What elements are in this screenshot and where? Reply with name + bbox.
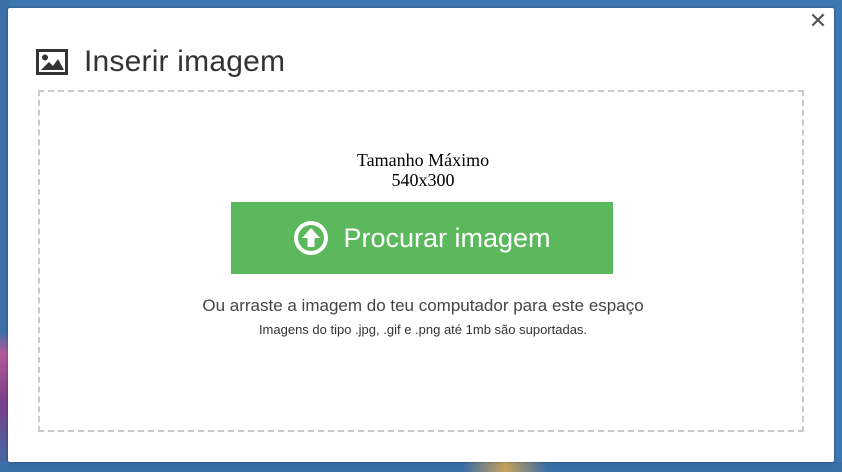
dialog-header: Inserir imagem [36, 44, 285, 80]
image-dropzone[interactable]: Tamanho Máximo 540x300 Procurar imagem O… [38, 90, 804, 432]
arrow-up-circle-icon [293, 220, 329, 256]
insert-image-dialog: ✕ Inserir imagem Tamanho Máximo 540x300 [8, 8, 834, 462]
browse-image-button[interactable]: Procurar imagem [231, 202, 613, 274]
browse-button-label: Procurar imagem [343, 222, 551, 253]
supported-formats-text: Imagens do tipo .jpg, .gif e .png até 1m… [258, 322, 588, 337]
max-size-info: Tamanho Máximo 540x300 [40, 150, 806, 190]
backdrop-bottom-edge [0, 462, 842, 472]
close-button[interactable]: ✕ [806, 10, 830, 34]
drag-hint-text: Ou arraste a imagem do teu computador pa… [202, 296, 644, 315]
image-icon [36, 49, 68, 75]
max-size-value: 540x300 [391, 170, 455, 190]
close-icon: ✕ [808, 9, 828, 34]
dialog-title: Inserir imagem [84, 45, 286, 78]
max-size-label: Tamanho Máximo [356, 150, 490, 170]
